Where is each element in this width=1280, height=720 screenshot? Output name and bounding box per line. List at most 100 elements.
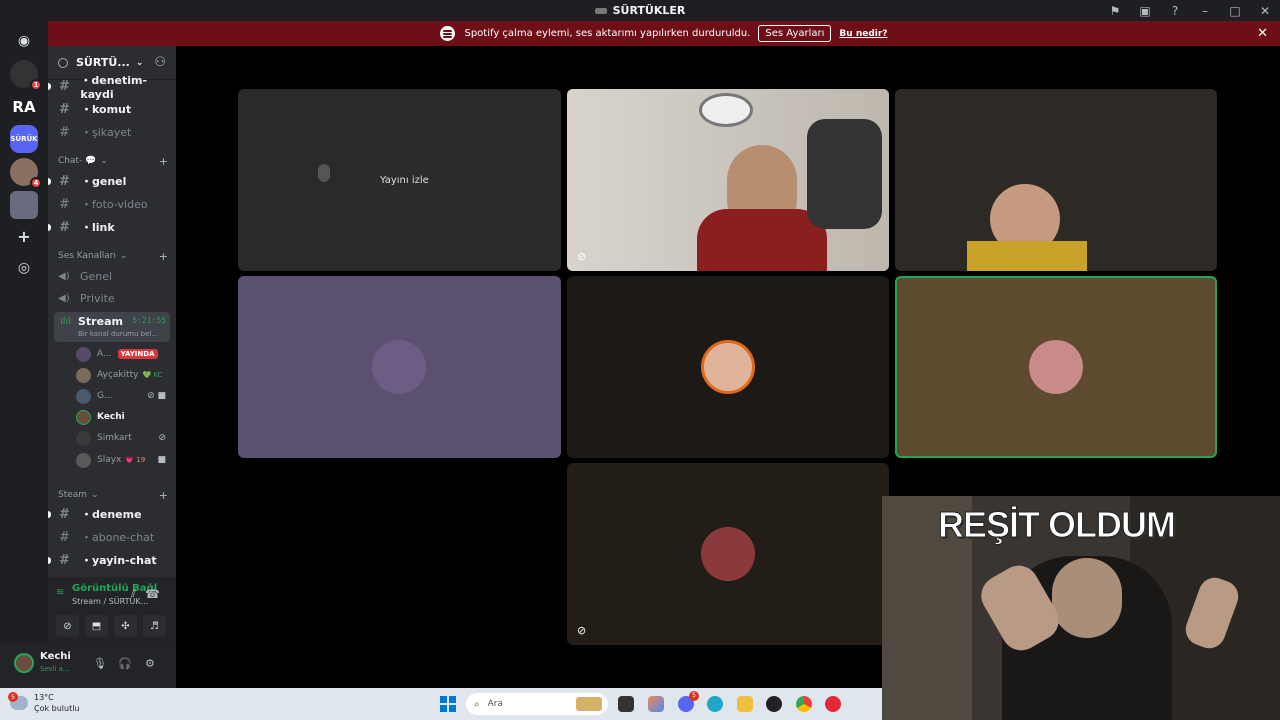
close-icon[interactable]: ✕ bbox=[1257, 26, 1268, 41]
voice-user[interactable]: A... YAYINDA bbox=[76, 344, 170, 364]
server-icon-ra[interactable]: RA bbox=[10, 93, 38, 121]
camera-off-button[interactable]: ⊘ bbox=[56, 615, 79, 637]
video-tile[interactable] bbox=[567, 276, 889, 458]
unread-badge: 1 bbox=[30, 79, 42, 91]
streamer-webcam: REŞİT OLDUM bbox=[882, 496, 1280, 720]
boost-icon bbox=[58, 57, 68, 68]
microphone-icon[interactable]: 🎙 bbox=[93, 657, 107, 670]
stream-tile[interactable]: Yayını izle bbox=[238, 89, 561, 271]
taskbar: 5 13°C Çok bulutlu ⌕ Ara 5 bbox=[0, 688, 882, 720]
channel-genel[interactable]: # ・genel bbox=[48, 170, 176, 192]
task-view-icon[interactable] bbox=[618, 696, 634, 712]
channel-label: ・genel bbox=[81, 175, 127, 188]
settings-icon[interactable]: ⚙ bbox=[145, 657, 155, 670]
chrome-icon[interactable] bbox=[796, 696, 812, 712]
inbox-icon[interactable]: ⚑ bbox=[1100, 4, 1130, 18]
close-button[interactable]: ✕ bbox=[1250, 4, 1280, 18]
server-icon[interactable]: 4 bbox=[10, 158, 42, 189]
speaker-icon: ◀) bbox=[58, 292, 70, 304]
discord-home-icon[interactable]: ◉ bbox=[10, 27, 38, 55]
maximize-button[interactable]: □ bbox=[1220, 4, 1250, 18]
screen-share-button[interactable]: ⬒ bbox=[85, 615, 108, 637]
voice-user[interactable]: Slayx 💗 19 ■ bbox=[76, 450, 170, 470]
server-icon-surtuk[interactable]: SÜRÜK bbox=[10, 125, 38, 153]
window-title-text: SÜRTÜKLER bbox=[612, 4, 686, 17]
voice-channel-stream[interactable]: ılıl Stream 5:21:55 Bir kanal durumu bel… bbox=[54, 312, 170, 342]
voice-user-name: A... bbox=[97, 349, 112, 359]
unread-pip bbox=[48, 510, 51, 518]
video-tile[interactable] bbox=[238, 276, 561, 458]
channel-status[interactable]: Bir kanal durumu bel... bbox=[78, 330, 158, 338]
app-icon[interactable] bbox=[825, 696, 841, 712]
channel-deneme[interactable]: # ・deneme bbox=[48, 503, 176, 525]
channel-abone-chat[interactable]: # ・abone-chat bbox=[48, 526, 176, 548]
invite-icon[interactable]: ⚇ bbox=[154, 55, 166, 70]
voice-connection-panel: ≋ Görüntülü Bağl Stream / SÜRTÜK... ⫽ ☎ … bbox=[48, 577, 176, 643]
noise-suppression-icon[interactable]: ⫽ bbox=[131, 587, 136, 601]
channel-link[interactable]: # ・link bbox=[48, 216, 176, 238]
channel-label: ・yayin-chat bbox=[81, 554, 157, 567]
voice-channel-genel[interactable]: ◀) Genel bbox=[48, 265, 176, 287]
hash-icon: # bbox=[59, 124, 70, 140]
category-chat[interactable]: Chat- 💬 ⌄ + bbox=[58, 155, 170, 168]
channel-label: Privite bbox=[80, 291, 115, 305]
screen-icon[interactable]: ▣ bbox=[1130, 4, 1160, 18]
voice-user[interactable]: Ayçakitty 💚 KC bbox=[76, 365, 170, 385]
disconnect-icon[interactable]: ☎ bbox=[145, 587, 160, 601]
server-icon[interactable]: 1 bbox=[10, 60, 42, 91]
live-badge: YAYINDA bbox=[117, 349, 158, 359]
add-channel-icon[interactable]: + bbox=[159, 155, 168, 168]
help-icon[interactable]: ? bbox=[1160, 4, 1190, 18]
muted-icon: ⊘ bbox=[158, 433, 166, 443]
channel-sikayet[interactable]: # ・şikayet bbox=[48, 121, 176, 143]
video-tile[interactable]: ⊘ bbox=[567, 463, 889, 645]
voice-channel-privite[interactable]: ◀) Privite bbox=[48, 287, 176, 309]
person-body bbox=[697, 209, 827, 271]
taskbar-search[interactable]: ⌕ Ara bbox=[466, 693, 608, 715]
discover-icon[interactable]: ◎ bbox=[10, 254, 38, 282]
add-channel-icon[interactable]: + bbox=[159, 489, 168, 502]
voice-user[interactable]: Simkart ⊘ bbox=[76, 428, 170, 448]
edge-icon[interactable] bbox=[707, 696, 723, 712]
user-name[interactable]: Kechi bbox=[40, 651, 71, 662]
cloud-icon: 5 bbox=[8, 692, 28, 710]
copilot-icon[interactable] bbox=[648, 696, 664, 712]
channel-label: ・denetim-kaydi bbox=[80, 73, 148, 101]
channel-denetim-kaydi[interactable]: # ・denetim-kaydi bbox=[48, 74, 176, 101]
channel-label: ・komut bbox=[81, 103, 132, 116]
headphones-icon[interactable]: 🎧 bbox=[118, 657, 132, 670]
category-steam[interactable]: Steam ⌄ + bbox=[58, 489, 170, 502]
voice-user-name: Slayx bbox=[97, 455, 122, 465]
avatar bbox=[76, 367, 91, 383]
video-tile[interactable] bbox=[895, 89, 1217, 271]
add-server-icon[interactable]: + bbox=[10, 222, 38, 250]
file-explorer-icon[interactable] bbox=[737, 696, 753, 712]
video-tile[interactable]: ⊘ bbox=[567, 89, 889, 271]
channel-foto-video[interactable]: # ・foto-video bbox=[48, 193, 176, 215]
banner-link[interactable]: Bu nedir? bbox=[839, 29, 887, 39]
channel-label: ・link bbox=[81, 221, 115, 234]
channel-yayin-chat[interactable]: # ・yayin-chat bbox=[48, 549, 176, 571]
streamer-face bbox=[1052, 558, 1122, 638]
search-icon: ⌕ bbox=[474, 698, 480, 710]
windows-start-icon[interactable] bbox=[440, 696, 456, 712]
soundboard-button[interactable]: ♬ bbox=[143, 615, 166, 637]
add-channel-icon[interactable]: + bbox=[159, 250, 168, 263]
video-tile-speaking[interactable] bbox=[895, 276, 1217, 458]
watch-stream-button[interactable]: Yayını izle bbox=[372, 169, 437, 192]
discord-taskbar-icon[interactable]: 5 bbox=[678, 691, 699, 712]
avatar bbox=[76, 430, 91, 446]
activities-button[interactable]: ✣ bbox=[114, 615, 137, 637]
voice-user[interactable]: Kechi bbox=[76, 407, 170, 427]
voice-channel-path[interactable]: Stream / SÜRTÜK... bbox=[72, 597, 148, 606]
minimize-button[interactable]: – bbox=[1190, 4, 1220, 18]
server-icon[interactable] bbox=[10, 191, 38, 219]
category-voice[interactable]: Ses Kanalları ⌄ + bbox=[58, 250, 170, 263]
voice-user[interactable]: G... ⊘ ■ bbox=[76, 386, 170, 406]
weather-widget[interactable]: 5 13°C Çok bulutlu bbox=[8, 692, 80, 714]
sound-settings-button[interactable]: Ses Ayarları bbox=[758, 25, 832, 42]
avatar[interactable] bbox=[14, 653, 34, 673]
window-title: SÜRTÜKLER bbox=[0, 4, 1280, 17]
channel-komut[interactable]: # ・komut bbox=[48, 98, 176, 120]
obs-icon[interactable] bbox=[766, 696, 782, 712]
